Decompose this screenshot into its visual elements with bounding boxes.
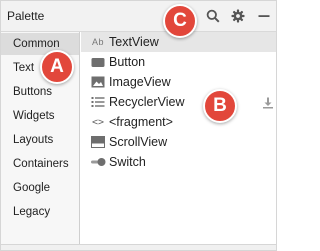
- palette-item-list: Ab TextView Button ImageView RecyclerVie…: [81, 32, 276, 244]
- panel-title: Palette: [7, 9, 45, 23]
- palette-panel: Palette Common Text Buttons Widgets Layo…: [0, 0, 277, 251]
- category-widgets[interactable]: Widgets: [1, 105, 79, 127]
- minimize-icon[interactable]: [255, 7, 273, 25]
- palette-item-scrollview[interactable]: ScrollView: [81, 132, 276, 152]
- category-layouts[interactable]: Layouts: [1, 129, 79, 151]
- gear-icon[interactable]: [229, 7, 247, 25]
- switch-icon: [90, 155, 106, 169]
- scrollview-icon: [90, 135, 106, 149]
- palette-item-fragment[interactable]: <> <fragment>: [81, 112, 276, 132]
- palette-item-imageview[interactable]: ImageView: [81, 72, 276, 92]
- item-label: ScrollView: [109, 135, 168, 149]
- category-common[interactable]: Common: [1, 33, 79, 55]
- item-label: <fragment>: [109, 115, 173, 129]
- callout-c: C: [163, 4, 197, 38]
- category-google[interactable]: Google: [1, 177, 79, 199]
- list-icon: [90, 95, 106, 109]
- palette-header: Palette: [1, 1, 276, 32]
- item-label: TextView: [109, 35, 159, 49]
- item-label: Switch: [109, 155, 146, 169]
- item-label: Button: [109, 55, 146, 69]
- category-legacy[interactable]: Legacy: [1, 201, 79, 223]
- image-icon: [90, 75, 106, 89]
- callout-a: A: [40, 50, 74, 84]
- palette-item-switch[interactable]: Switch: [81, 152, 276, 172]
- item-label: RecyclerView: [109, 95, 185, 109]
- panel-bottom-border: [1, 244, 276, 250]
- text-ab-icon: Ab: [91, 37, 104, 47]
- fragment-tag-icon: <>: [91, 116, 105, 128]
- button-icon: [90, 55, 106, 69]
- category-buttons[interactable]: Buttons: [1, 81, 79, 103]
- download-icon[interactable]: [262, 96, 274, 109]
- palette-item-button[interactable]: Button: [81, 52, 276, 72]
- category-containers[interactable]: Containers: [1, 153, 79, 175]
- search-icon[interactable]: [204, 7, 222, 25]
- callout-b: B: [203, 89, 237, 123]
- item-label: ImageView: [109, 75, 171, 89]
- palette-item-recyclerview[interactable]: RecyclerView: [81, 92, 276, 112]
